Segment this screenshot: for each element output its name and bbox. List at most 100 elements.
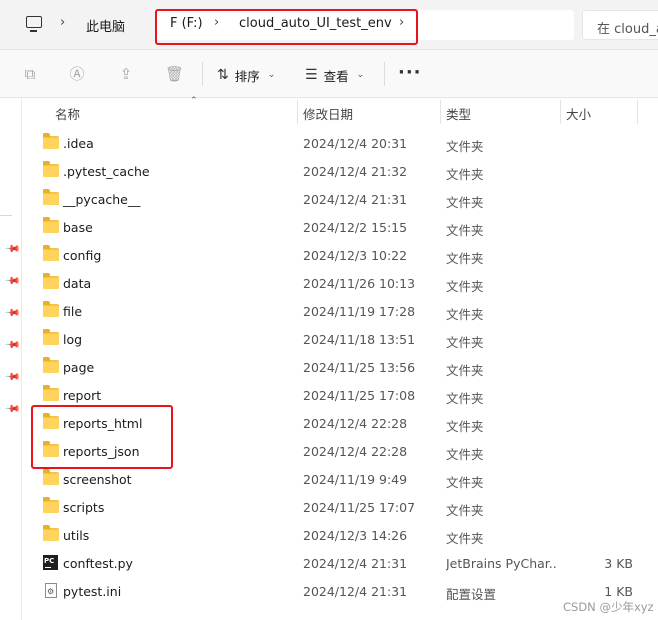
file-name: __pycache__ <box>63 192 141 207</box>
folder-icon <box>43 161 59 177</box>
file-date: 2024/12/4 21:31 <box>303 192 408 207</box>
pin-icon[interactable]: 📌 <box>3 337 21 354</box>
pin-icon[interactable]: 📌 <box>3 241 21 258</box>
file-date: 2024/11/25 17:07 <box>303 500 416 515</box>
file-row[interactable]: base 2024/12/2 15:15 文件夹 <box>23 213 658 241</box>
file-name: report <box>63 388 102 403</box>
copy-icon[interactable]: ⧉ <box>21 65 39 83</box>
file-date: 2024/12/2 15:15 <box>303 220 408 235</box>
file-row[interactable]: .pytest_cache 2024/12/4 21:32 文件夹 <box>23 157 658 185</box>
breadcrumb-this-pc[interactable]: 此电脑 <box>86 16 125 35</box>
pin-icon[interactable]: 📌 <box>3 369 21 386</box>
command-bar: ⧉ Ⓐ ⇪ 🗑 ⇅ 排序 ⌄ ☰ 查看 ⌄ ··· <box>0 50 658 98</box>
chevron-right-icon[interactable]: › <box>60 15 65 30</box>
navigation-pane: 📌 📌 📌 📌 📌 📌 <box>0 98 22 620</box>
file-size: 1 KB <box>604 584 633 599</box>
file-date: 2024/12/4 22:28 <box>303 416 408 431</box>
file-name: pytest.ini <box>63 584 122 599</box>
folder-icon <box>43 217 59 233</box>
file-row[interactable]: page 2024/11/25 13:56 文件夹 <box>23 353 658 381</box>
pycharm-file-icon: PC <box>43 555 58 570</box>
file-name: screenshot <box>63 472 132 487</box>
folder-icon <box>43 189 59 205</box>
folder-icon <box>43 469 59 485</box>
column-separator[interactable] <box>440 100 441 124</box>
column-separator[interactable] <box>637 100 638 124</box>
file-date: 2024/11/19 17:28 <box>303 304 416 319</box>
file-type: JetBrains PyChar... <box>446 556 558 571</box>
file-date: 2024/12/3 14:26 <box>303 528 408 543</box>
address-bar: › 此电脑 F (F:) › cloud_auto_UI_test_env › … <box>0 0 658 50</box>
view-button[interactable]: ☰ 查看 ⌄ <box>305 65 364 85</box>
nav-divider <box>0 215 12 216</box>
folder-icon <box>43 385 59 401</box>
share-icon[interactable]: ⇪ <box>117 65 135 83</box>
file-row[interactable]: PC conftest.py 2024/12/4 21:31 JetBrains Py… <box>23 549 658 577</box>
file-row[interactable]: file 2024/11/19 17:28 文件夹 <box>23 297 658 325</box>
file-row[interactable]: .idea 2024/12/4 20:31 文件夹 <box>23 129 658 157</box>
file-type: 文件夹 <box>446 419 484 434</box>
column-type[interactable]: 类型 <box>446 104 471 123</box>
sort-label: 排序 <box>234 68 260 84</box>
sort-icon: ⇅ <box>217 67 229 83</box>
path-highlight-box <box>155 9 418 45</box>
pin-icon[interactable]: 📌 <box>3 305 21 322</box>
ini-file-icon <box>45 583 57 598</box>
file-row[interactable]: __pycache__ 2024/12/4 21:31 文件夹 <box>23 185 658 213</box>
more-options-button[interactable]: ··· <box>398 62 422 83</box>
file-type: 文件夹 <box>446 335 484 350</box>
file-type: 文件夹 <box>446 447 484 462</box>
file-name: .idea <box>63 136 94 151</box>
search-input[interactable]: 在 cloud_a <box>582 10 658 40</box>
pin-icon[interactable]: 📌 <box>3 401 21 418</box>
column-date[interactable]: 修改日期 <box>303 104 353 123</box>
file-date: 2024/12/4 21:31 <box>303 584 408 599</box>
file-date: 2024/11/19 9:49 <box>303 472 408 487</box>
file-type: 文件夹 <box>446 307 484 322</box>
rename-icon[interactable]: Ⓐ <box>68 65 86 83</box>
file-row[interactable]: utils 2024/12/3 14:26 文件夹 <box>23 521 658 549</box>
file-name: scripts <box>63 500 105 515</box>
computer-icon[interactable] <box>26 16 42 32</box>
file-date: 2024/12/4 21:32 <box>303 164 408 179</box>
file-row[interactable]: screenshot 2024/11/19 9:49 文件夹 <box>23 465 658 493</box>
file-name: base <box>63 220 93 235</box>
file-date: 2024/11/26 10:13 <box>303 276 416 291</box>
column-header: ⌃ 名称 修改日期 类型 大小 <box>23 96 658 126</box>
file-row[interactable]: data 2024/11/26 10:13 文件夹 <box>23 269 658 297</box>
file-size: 3 KB <box>604 556 633 571</box>
pin-icon[interactable]: 📌 <box>3 273 21 290</box>
chevron-down-icon: ⌄ <box>356 70 365 80</box>
file-date: 2024/12/4 22:28 <box>303 444 408 459</box>
search-placeholder: 在 cloud_a <box>597 22 658 37</box>
toolbar-divider <box>384 62 385 86</box>
file-row[interactable]: log 2024/11/18 13:51 文件夹 <box>23 325 658 353</box>
watermark: CSDN @少年xyz <box>563 600 654 614</box>
column-separator[interactable] <box>560 100 561 124</box>
file-row[interactable]: config 2024/12/3 10:22 文件夹 <box>23 241 658 269</box>
file-row[interactable]: scripts 2024/11/25 17:07 文件夹 <box>23 493 658 521</box>
file-type: 文件夹 <box>446 223 484 238</box>
folder-icon <box>43 301 59 317</box>
file-date: 2024/12/4 21:31 <box>303 556 408 571</box>
column-size[interactable]: 大小 <box>566 104 591 123</box>
view-icon: ☰ <box>305 67 318 83</box>
column-name[interactable]: 名称 <box>55 104 80 123</box>
file-type: 文件夹 <box>446 531 484 546</box>
file-date: 2024/11/25 13:56 <box>303 360 416 375</box>
chevron-down-icon: ⌄ <box>267 70 276 80</box>
file-date: 2024/12/3 10:22 <box>303 248 408 263</box>
file-name: data <box>63 276 92 291</box>
delete-icon[interactable]: 🗑 <box>165 65 184 83</box>
file-type: 文件夹 <box>446 503 484 518</box>
sort-button[interactable]: ⇅ 排序 ⌄ <box>217 65 275 85</box>
file-name: .pytest_cache <box>63 164 150 179</box>
file-name: conftest.py <box>63 556 133 571</box>
folder-icon <box>43 133 59 149</box>
file-type: 文件夹 <box>446 391 484 406</box>
column-separator[interactable] <box>297 100 298 124</box>
file-name: utils <box>63 528 90 543</box>
reports-highlight-box <box>31 405 173 469</box>
file-name: log <box>63 332 83 347</box>
sort-ascending-icon: ⌃ <box>190 96 198 106</box>
